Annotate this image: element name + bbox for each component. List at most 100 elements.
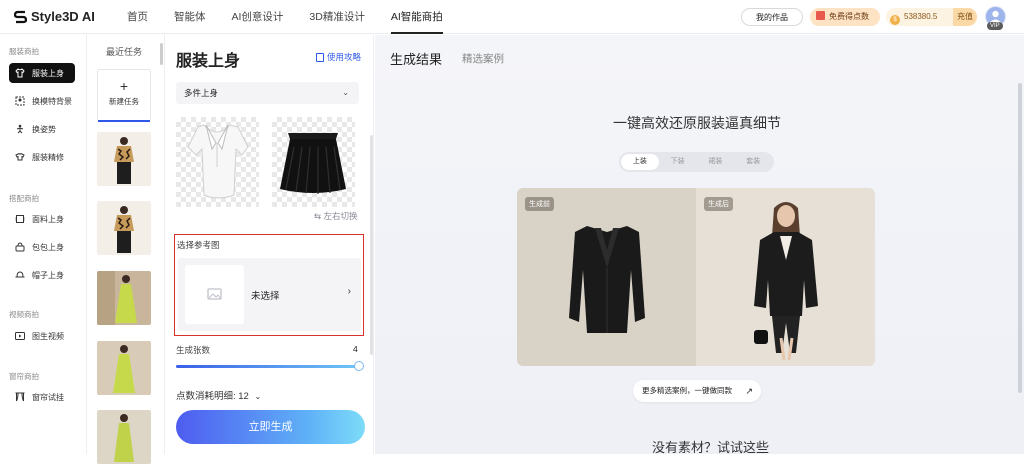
sidebar-item-image-to-video[interactable]: 图生视频	[9, 326, 75, 346]
task-thumbnail[interactable]	[97, 201, 151, 255]
more-cases-label: 更多精选案例，一键做同款	[642, 386, 732, 395]
segment-bottoms[interactable]: 下装	[659, 154, 697, 170]
generate-button[interactable]: 立即生成	[176, 410, 365, 444]
before-after-comparison: 生成前 生成后	[517, 188, 875, 366]
more-cases-button[interactable]: 更多精选案例，一键做同款 ↗	[633, 380, 761, 402]
task-thumbnail[interactable]	[97, 410, 151, 464]
sidebar-section-title: 窗帘商拍	[9, 372, 39, 381]
style3d-logo-icon	[14, 10, 27, 23]
model-lime-dress-image	[97, 271, 137, 325]
nav-3d-design[interactable]: 3D精准设计	[309, 0, 364, 34]
vip-badge: VIP	[987, 22, 1003, 30]
sidebar-item-label: 包包上身	[32, 242, 64, 252]
swap-left-right-button[interactable]: ⇆ 左右切换	[314, 210, 357, 222]
points-balance: $538380.5 充值	[886, 8, 977, 26]
recent-tasks-title: 最近任务	[106, 47, 143, 57]
mode-select-value: 多件上身	[184, 88, 219, 98]
tab-results[interactable]: 生成结果	[390, 49, 442, 68]
arrow-up-right-icon: ↗	[745, 386, 753, 396]
new-task-button[interactable]: + 新建任务	[97, 69, 151, 122]
sidebar-item-garment-on-model[interactable]: 服装上身	[9, 63, 75, 83]
usage-guide-label: 使用攻略	[327, 52, 362, 62]
sidebar-section-title: 搭配商拍	[9, 194, 39, 203]
generate-count-slider[interactable]	[176, 365, 360, 368]
page-title: 服装上身	[176, 53, 241, 70]
tab-featured-cases[interactable]: 精选案例	[462, 51, 504, 66]
results-scrollbar[interactable]	[1018, 83, 1022, 393]
points-value: 538380.5	[904, 12, 938, 21]
model-floral-shirt-image	[114, 206, 134, 253]
video-icon	[15, 332, 25, 340]
points-cost-detail[interactable]: 点数消耗明细: 12 ⌄	[176, 388, 261, 402]
sidebar-item-bag[interactable]: 包包上身	[9, 237, 75, 257]
recharge-button[interactable]: 充值	[953, 8, 977, 26]
sidebar-item-swap-model-bg[interactable]: 换模特背景	[9, 91, 75, 111]
usage-guide-link[interactable]: 使用攻略	[316, 51, 361, 63]
sidebar-item-retouch[interactable]: 服装精修	[9, 147, 75, 167]
coin-icon: $	[890, 15, 900, 25]
garment-icon	[15, 68, 25, 78]
curtain-icon	[15, 392, 25, 402]
brand-logo[interactable]: Style3D AI	[14, 9, 95, 24]
hat-icon	[15, 271, 25, 278]
free-points-button[interactable]: 免费得点数	[810, 8, 880, 26]
new-task-label: 新建任务	[109, 97, 139, 106]
brand-name: Style3D AI	[31, 9, 95, 24]
after-panel: 生成后	[696, 188, 875, 366]
segment-sets[interactable]: 套装	[734, 154, 772, 170]
free-points-label: 免费得点数	[829, 12, 869, 21]
sidebar-item-curtain[interactable]: 窗帘试挂	[9, 387, 75, 407]
sidebar-item-label: 图生视频	[32, 331, 64, 341]
image-placeholder-icon	[207, 288, 222, 300]
settings-scrollbar[interactable]	[370, 135, 373, 355]
after-tag: 生成后	[704, 197, 733, 211]
reference-image-section: 选择参考图 未选择 ›	[174, 234, 364, 336]
image-placeholder	[185, 265, 244, 324]
sidebar: 服装商拍 服装上身 换模特背景 换姿势 服装精修 搭配商拍 面料上身 包包上身 …	[0, 35, 87, 454]
model-floral-shirt-image	[114, 137, 134, 184]
retouch-icon	[15, 152, 25, 161]
white-polo-shirt-image	[187, 124, 249, 199]
sidebar-item-change-pose[interactable]: 换姿势	[9, 119, 75, 139]
segment-tops[interactable]: 上装	[621, 154, 659, 170]
nav-ai-creative[interactable]: AI创意设计	[232, 0, 284, 34]
black-blazer-image	[569, 226, 645, 333]
slider-handle[interactable]	[354, 361, 364, 371]
gift-icon	[816, 11, 825, 20]
nav-home[interactable]: 首页	[127, 0, 148, 34]
reference-image-value: 未选择	[251, 291, 280, 302]
task-thumbnail[interactable]	[97, 271, 151, 325]
task-thumbnail[interactable]	[97, 132, 151, 186]
sidebar-item-label: 换姿势	[32, 124, 56, 134]
my-works-button[interactable]: 我的作品	[741, 8, 803, 26]
category-segmented-control: 上装 下装 裙装 套装	[619, 152, 774, 172]
model-lime-dress-image	[114, 414, 134, 462]
sidebar-item-label: 服装精修	[32, 152, 64, 162]
chevron-down-icon: ⌄	[254, 392, 262, 401]
reference-image-picker[interactable]: 未选择 ›	[178, 258, 361, 331]
segment-skirts[interactable]: 裙装	[697, 154, 735, 170]
sidebar-item-fabric[interactable]: 面料上身	[9, 209, 75, 229]
top-bar: Style3D AI 首页 智能体 AI创意设计 3D精准设计 AI智能商拍 我…	[0, 0, 1024, 34]
points-cost-label: 点数消耗明细: 12	[176, 391, 249, 402]
sidebar-section-title: 视频商拍	[9, 310, 39, 319]
hero-title: 一键高效还原服装逼真细节	[613, 115, 781, 131]
before-tag: 生成前	[525, 197, 554, 211]
sidebar-item-hat[interactable]: 帽子上身	[9, 265, 75, 285]
plus-icon: +	[119, 78, 129, 94]
main-nav: 首页 智能体 AI创意设计 3D精准设计 AI智能商拍	[127, 0, 469, 34]
chevron-right-icon: ›	[347, 286, 351, 297]
garment-bottom-slot[interactable]	[272, 117, 355, 207]
no-material-heading: 没有素材？试试这些	[651, 440, 769, 455]
nav-ai-photoshoot[interactable]: AI智能商拍	[390, 0, 443, 34]
nav-agent[interactable]: 智能体	[174, 0, 206, 34]
tasks-scrollbar[interactable]	[160, 43, 163, 65]
sidebar-section-title: 服装商拍	[9, 47, 39, 56]
book-icon	[316, 52, 324, 62]
bag-icon	[15, 242, 25, 252]
task-thumbnail[interactable]	[97, 341, 151, 395]
garment-top-slot[interactable]	[176, 117, 259, 207]
sidebar-item-label: 服装上身	[32, 68, 64, 78]
mode-select[interactable]: 多件上身 ⌄	[176, 82, 359, 104]
sidebar-item-label: 换模特背景	[32, 96, 72, 106]
